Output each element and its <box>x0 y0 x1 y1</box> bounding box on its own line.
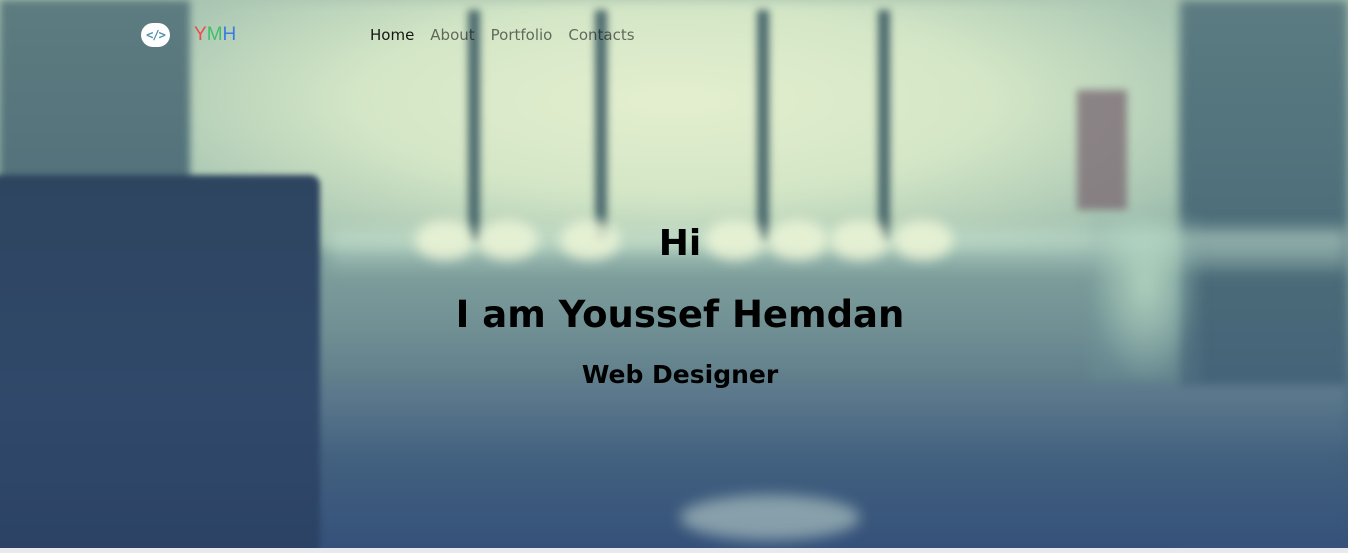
nav-link-contacts[interactable]: Contacts <box>560 24 642 46</box>
background-plate <box>680 495 860 540</box>
hero-text: Hi I am Youssef Hemdan Web Designer <box>0 222 1348 391</box>
bottom-strip <box>0 548 1348 553</box>
nav-link-portfolio[interactable]: Portfolio <box>483 24 561 46</box>
nav-link-about[interactable]: About <box>422 24 482 46</box>
brand-letter-m: M <box>206 24 223 45</box>
background-post <box>1077 90 1127 210</box>
hero-headline: I am Youssef Hemdan <box>455 293 905 336</box>
code-slash-icon[interactable]: </> <box>141 23 170 47</box>
navbar: </> YMH Home About Portfolio Contacts <box>0 0 1348 70</box>
hero-section: </> YMH Home About Portfolio Contacts Hi… <box>0 0 1348 553</box>
nav-links: Home About Portfolio Contacts <box>362 24 643 46</box>
nav-link-home[interactable]: Home <box>362 24 422 46</box>
brand-letter-y: Y <box>194 24 207 45</box>
brand-letter-h: H <box>222 24 237 45</box>
hero-greeting: Hi <box>658 223 702 264</box>
brand-logo[interactable]: YMH <box>194 24 236 46</box>
hero-role: Web Designer <box>581 360 779 389</box>
